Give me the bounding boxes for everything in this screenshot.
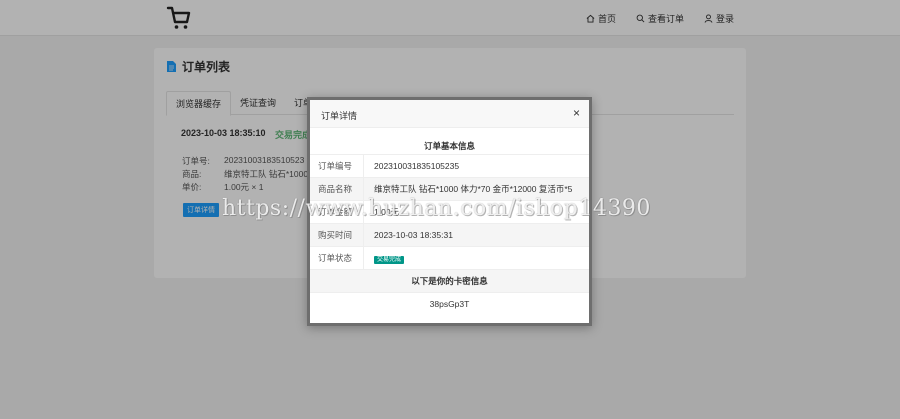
detail-row: 订单编号 202310031835105235 <box>310 154 589 177</box>
detail-value: 1.00元 <box>374 207 400 217</box>
detail-row: 商品名称 维京特工队 钻石*1000 体力*70 金币*12000 复活币*5 <box>310 177 589 200</box>
detail-row: 订单状态 交易完成 <box>310 246 589 269</box>
order-detail-modal: 订单详情 × 订单基本信息 订单编号 202310031835105235 商品… <box>307 97 592 326</box>
card-code-row: 38psGp3T <box>310 292 589 315</box>
detail-key: 购买时间 <box>310 224 364 246</box>
card-info-heading: 以下是你的卡密信息 <box>411 276 488 286</box>
detail-value: 2023-10-03 18:35:31 <box>374 230 453 240</box>
detail-key: 订单金额 <box>310 201 364 223</box>
detail-row: 订单金额 1.00元 <box>310 200 589 223</box>
detail-key: 商品名称 <box>310 178 364 200</box>
card-code[interactable]: 38psGp3T <box>430 299 470 309</box>
status-badge: 交易完成 <box>374 256 405 264</box>
modal-title: 订单详情 <box>321 111 358 121</box>
card-info-heading-row: 以下是你的卡密信息 <box>310 269 589 292</box>
modal-header: 订单详情 × <box>310 100 589 128</box>
basic-info-heading: 订单基本信息 <box>423 141 475 151</box>
detail-row: 购买时间 2023-10-03 18:35:31 <box>310 223 589 246</box>
detail-key: 订单状态 <box>310 247 364 269</box>
close-icon[interactable]: × <box>573 106 580 120</box>
detail-value: 维京特工队 钻石*1000 体力*70 金币*12000 复活币*5 <box>374 184 573 194</box>
detail-value-wrap: 交易完成 <box>364 253 405 264</box>
detail-value: 202310031835105235 <box>374 161 460 171</box>
detail-key: 订单编号 <box>310 155 364 177</box>
